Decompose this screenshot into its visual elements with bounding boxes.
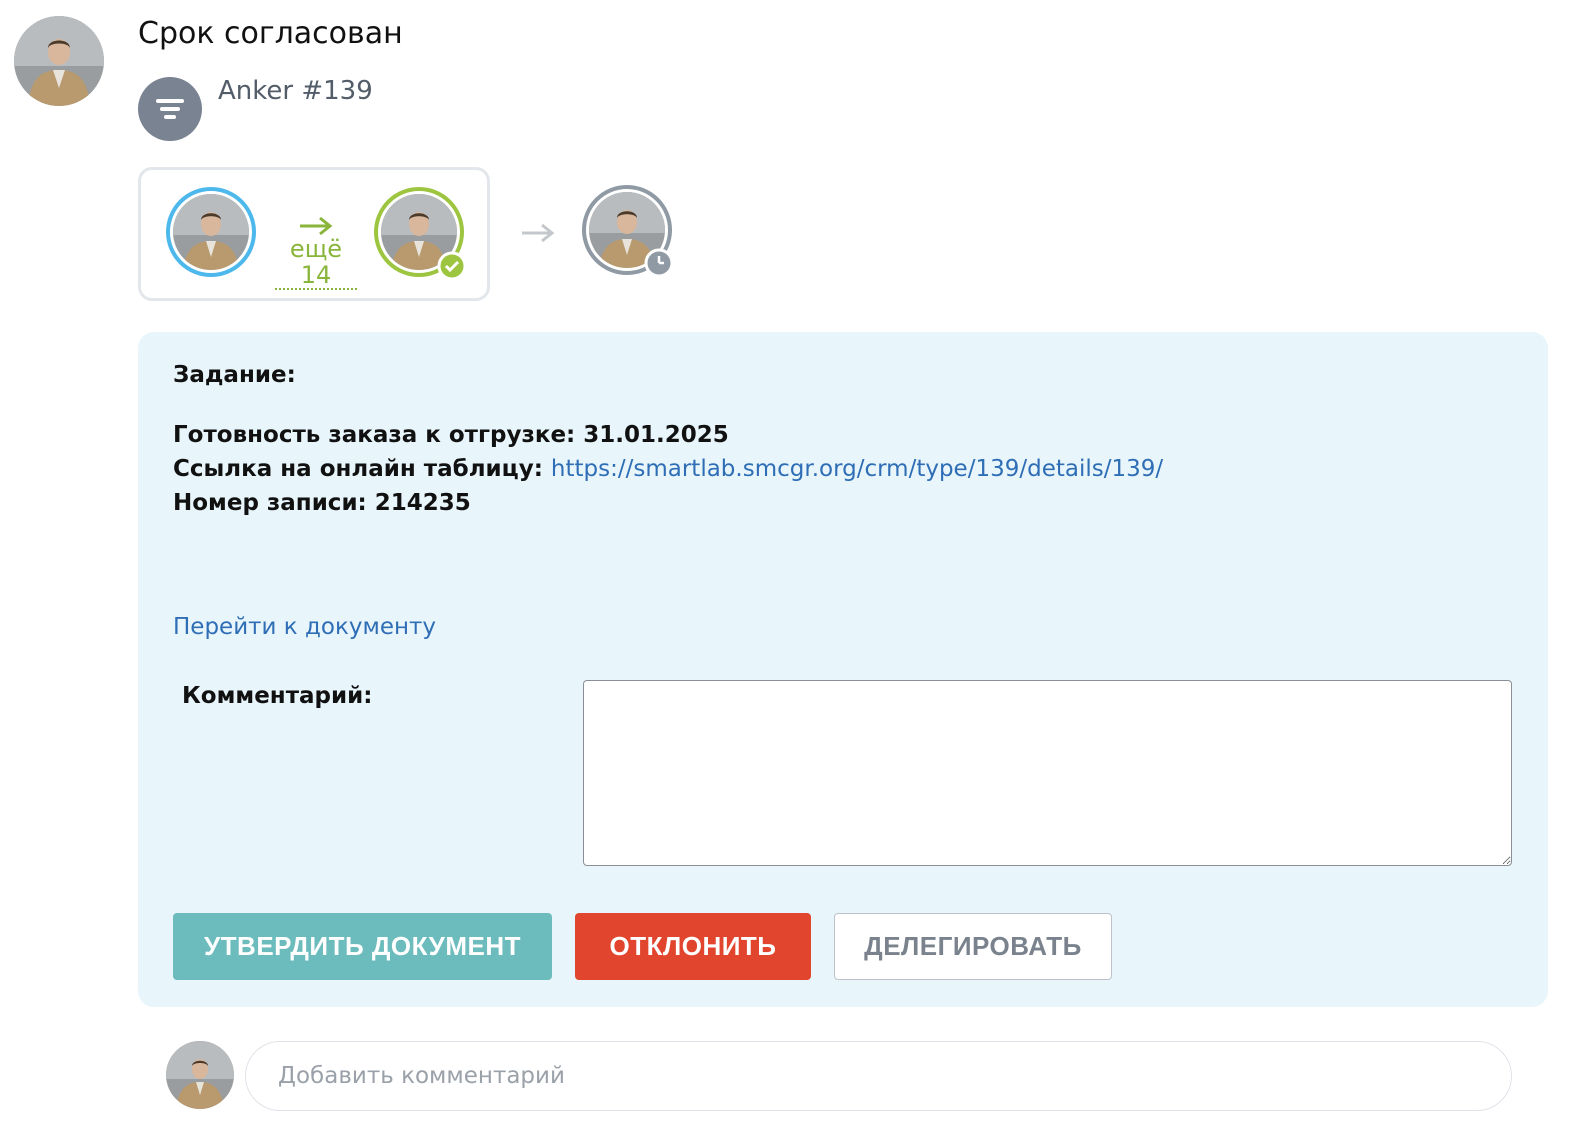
comment-label: Комментарий: bbox=[182, 683, 373, 709]
record-number-value: 214235 bbox=[374, 490, 471, 516]
delegate-button[interactable]: ДЕЛЕГИРОВАТЬ bbox=[834, 913, 1112, 980]
check-icon bbox=[437, 251, 467, 281]
readiness-label: Готовность заказа к отгрузке: bbox=[173, 422, 576, 448]
record-number-line: Номер записи: 214235 bbox=[173, 490, 471, 516]
arrow-right-icon bbox=[300, 216, 333, 236]
flow-more-approvers[interactable]: ещё 14 bbox=[275, 216, 357, 290]
current-user-avatar bbox=[166, 1041, 234, 1109]
go-to-document-link[interactable]: Перейти к документу bbox=[173, 614, 436, 640]
arrow-right-icon bbox=[522, 223, 555, 243]
author-avatar[interactable] bbox=[14, 16, 104, 106]
page-title: Срок согласован bbox=[138, 16, 403, 51]
add-comment-placeholder: Добавить комментарий bbox=[278, 1063, 565, 1089]
approve-button[interactable]: УТВЕРДИТЬ ДОКУМЕНТ bbox=[173, 913, 552, 980]
flow-initiator-avatar[interactable] bbox=[166, 187, 256, 277]
add-comment-input[interactable]: Добавить комментарий bbox=[245, 1041, 1512, 1111]
table-link-label: Ссылка на онлайн таблицу: bbox=[173, 456, 543, 482]
approval-flow: ещё 14 bbox=[138, 167, 490, 301]
record-number-label: Номер записи: bbox=[173, 490, 367, 516]
flow-more-label[interactable]: ещё 14 bbox=[275, 236, 357, 290]
table-link-line: Ссылка на онлайн таблицу: https://smartl… bbox=[173, 456, 1163, 482]
readiness-line: Готовность заказа к отгрузке: 31.01.2025 bbox=[173, 422, 729, 448]
comment-textarea[interactable] bbox=[583, 680, 1512, 866]
table-link[interactable]: https://smartlab.smcgr.org/crm/type/139/… bbox=[551, 456, 1163, 482]
flow-approver-avatar[interactable] bbox=[374, 187, 467, 281]
flow-pending-avatar[interactable] bbox=[582, 185, 676, 279]
readiness-value: 31.01.2025 bbox=[583, 422, 729, 448]
funnel-icon bbox=[138, 77, 202, 141]
clock-icon bbox=[644, 248, 674, 278]
task-heading: Задание: bbox=[173, 362, 296, 388]
entity-name[interactable]: Anker #139 bbox=[218, 76, 373, 106]
reject-button[interactable]: ОТКЛОНИТЬ bbox=[575, 913, 811, 980]
task-card: Задание: Готовность заказа к отгрузке: 3… bbox=[138, 332, 1548, 1007]
